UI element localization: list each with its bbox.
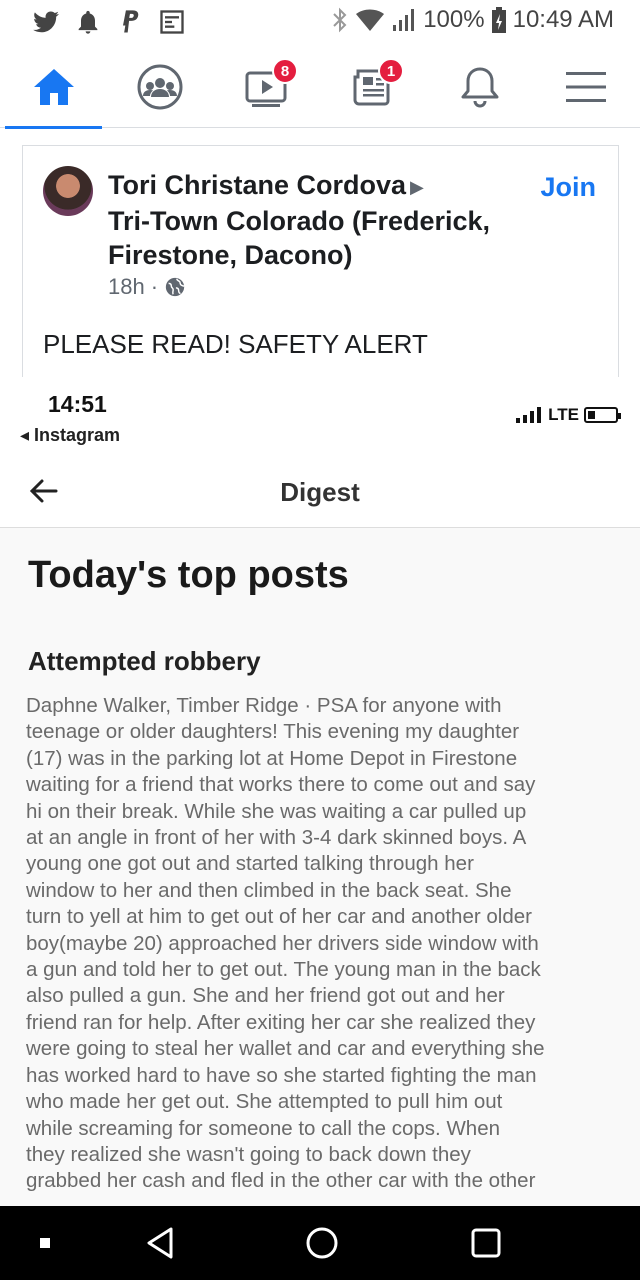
body-line: teenage or older daughters! This evening…	[26, 720, 520, 744]
bell-icon	[461, 67, 499, 108]
overview-button[interactable]	[456, 1206, 516, 1280]
back-triangle-icon	[147, 1227, 173, 1259]
recents-dot-icon	[40, 1238, 50, 1248]
digest-title: Digest	[280, 477, 360, 507]
arrow-right-icon: ▶	[410, 176, 424, 197]
post-card: Tori Christane Cordova ▶ Tri-Town Colorad…	[22, 145, 619, 377]
notification-bell-icon	[78, 10, 98, 34]
status-bar-right: 100% 10:49 AM	[331, 6, 614, 34]
body-line: grabbed her cash and fled in the other c…	[26, 1169, 536, 1193]
embedded-screenshot: 14:51 ◂ Instagram LTE Digest Today's top…	[0, 377, 640, 1206]
recents-dot-button[interactable]	[20, 1206, 70, 1280]
wifi-icon	[356, 9, 385, 31]
watch-badge: 8	[272, 58, 298, 84]
groups-icon	[137, 64, 183, 110]
body-line: while screaming for someone to call the …	[26, 1116, 501, 1140]
nav-groups[interactable]	[110, 46, 210, 128]
post-meta: 18h ·	[108, 274, 186, 300]
bluetooth-icon	[333, 7, 347, 33]
body-line: has worked hard to have so she started f…	[26, 1063, 537, 1087]
android-nav-bar	[0, 1206, 640, 1280]
digest-header: Digest	[0, 455, 640, 528]
status-bar-left	[32, 8, 186, 36]
status-bar: 100% 10:49 AM	[0, 0, 640, 46]
body-line: hi on their break. While she was waiting…	[26, 799, 527, 823]
nav-watch[interactable]: 8	[216, 46, 316, 128]
nav-notifications[interactable]	[430, 46, 530, 128]
body-line: (17) was in the parking lot at Home Depo…	[26, 746, 518, 770]
top-posts-heading: Today's top posts	[28, 554, 349, 596]
body-line: at an angle in front of her with 3-4 dar…	[26, 826, 527, 850]
avatar[interactable]	[43, 166, 93, 216]
body-line: young one got out and started talking th…	[26, 852, 474, 876]
group-name[interactable]: Tri-Town Colorado (Frederick, Firestone,…	[108, 206, 490, 270]
back-button[interactable]	[130, 1206, 190, 1280]
body-line: a gun and told her to get out. The young…	[26, 958, 541, 982]
post-time[interactable]: 18h	[108, 274, 145, 300]
body-line: boy(maybe 20) approached her drivers sid…	[26, 931, 539, 955]
twitter-icon	[33, 11, 59, 33]
active-tab-indicator	[5, 126, 102, 129]
author-name[interactable]: Tori Christane Cordova	[108, 170, 406, 200]
nav-news[interactable]: 1	[322, 46, 422, 128]
body-line: friend ran for help. After exiting her c…	[26, 1010, 536, 1034]
network-label: LTE	[548, 405, 579, 424]
news-badge: 1	[378, 58, 404, 84]
overview-square-icon	[471, 1228, 501, 1258]
body-line: window to her and then climbed in the ba…	[26, 878, 512, 902]
signal-bars-icon	[516, 407, 542, 423]
home-circle-icon	[306, 1227, 338, 1259]
globe-icon	[165, 277, 185, 297]
facebook-nav-bar: 8 1	[0, 46, 640, 129]
battery-percent: 100%	[423, 6, 485, 33]
battery-low-icon	[584, 407, 621, 423]
body-line: waiting for a friend that works there to…	[26, 773, 536, 797]
meta-separator: ·	[150, 274, 159, 299]
post-body: Daphne Walker, Timber Ridge · PSA for an…	[26, 693, 618, 1195]
paypal-icon	[123, 10, 139, 33]
embedded-time: 14:51	[48, 391, 107, 417]
post-text: PLEASE READ! SAFETY ALERT	[43, 329, 428, 359]
body-line: turn to yell at him to get out of her ca…	[26, 905, 532, 929]
body-line: also pulled a gun. She and her friend go…	[26, 984, 505, 1008]
body-line: they realized she wasn't going to back d…	[26, 1142, 471, 1166]
join-button[interactable]: Join	[540, 172, 596, 203]
digest-content: Today's top posts Attempted robbery Daph…	[0, 528, 640, 1206]
nav-menu[interactable]	[536, 46, 636, 128]
body-line: Daphne Walker, Timber Ridge · PSA for an…	[26, 694, 502, 717]
embedded-status: LTE	[515, 405, 621, 425]
body-line: were going to steal her wallet and car a…	[26, 1037, 545, 1061]
post-title: Attempted robbery	[28, 646, 261, 676]
sim-card-icon	[160, 10, 184, 34]
post-header: Tori Christane Cordova ▶ Tri-Town Colorad…	[108, 168, 528, 272]
home-button[interactable]	[292, 1206, 352, 1280]
embedded-back-to-app: ◂ Instagram	[20, 425, 121, 445]
body-line: who made her get out. She attempted to p…	[26, 1090, 503, 1114]
nav-home[interactable]	[4, 46, 104, 129]
hamburger-icon	[566, 72, 606, 102]
signal-icon	[393, 9, 415, 31]
home-icon	[34, 69, 74, 105]
status-time: 10:49 AM	[512, 6, 614, 33]
battery-icon	[491, 7, 506, 33]
